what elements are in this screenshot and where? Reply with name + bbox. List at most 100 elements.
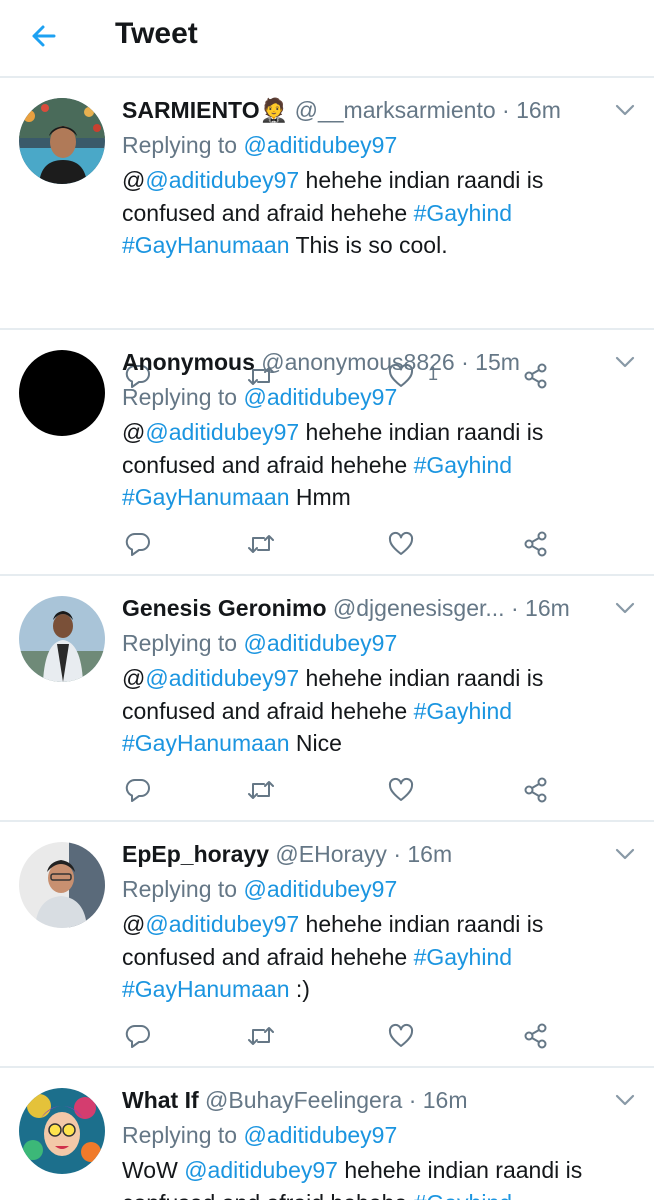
chevron-down-icon bbox=[615, 602, 635, 614]
text-prefix: @ bbox=[122, 167, 146, 193]
hashtag-link[interactable]: #Gayhind bbox=[414, 452, 512, 478]
timestamp: 16m bbox=[525, 595, 570, 621]
share-button[interactable] bbox=[521, 776, 549, 804]
heart-icon bbox=[388, 531, 414, 555]
share-icon bbox=[524, 777, 547, 803]
hashtag-link[interactable]: #GayHanumaan bbox=[122, 484, 290, 510]
back-arrow-icon bbox=[32, 25, 56, 47]
replying-to-mention[interactable]: @aditidubey97 bbox=[243, 384, 397, 410]
tweet-menu-button[interactable] bbox=[614, 846, 636, 862]
reply-icon bbox=[125, 1024, 150, 1048]
hashtag-link[interactable]: #GayHanumaan bbox=[122, 730, 290, 756]
text-suffix: Nice bbox=[289, 730, 342, 756]
mention-link[interactable]: @aditidubey97 bbox=[145, 665, 299, 691]
retweet-button[interactable] bbox=[246, 1022, 276, 1050]
tweet-reply[interactable]: What If @BuhayFeelingera · 16m Replying … bbox=[0, 1068, 654, 1200]
tweet-header: What If @BuhayFeelingera · 16m bbox=[122, 1087, 580, 1114]
text-prefix: @ bbox=[122, 911, 146, 937]
reply-icon bbox=[125, 532, 150, 556]
retweet-icon bbox=[248, 535, 274, 553]
hashtag-link[interactable]: #Gayhind bbox=[414, 1190, 512, 1200]
share-icon bbox=[524, 1023, 547, 1049]
hashtag-link[interactable]: #GayHanumaan bbox=[122, 232, 290, 258]
reply-button[interactable] bbox=[124, 1022, 152, 1050]
tweet-header: SARMIENTO🤵 @__marksarmiento · 16m bbox=[122, 97, 580, 124]
reply-button[interactable] bbox=[124, 776, 152, 804]
tweet-text: @@aditidubey97 hehehe indian raandi is c… bbox=[122, 908, 632, 1006]
tweet-text: @@aditidubey97 hehehe indian raandi is c… bbox=[122, 164, 632, 262]
tweet-reply[interactable]: EpEp_horayy @EHorayy · 16m Replying to @… bbox=[0, 822, 654, 1068]
chevron-down-icon bbox=[615, 848, 635, 860]
text-suffix: :) bbox=[289, 976, 310, 1002]
tweet-reply[interactable]: SARMIENTO🤵 @__marksarmiento · 16m Replyi… bbox=[0, 78, 654, 389]
text-suffix: This is so cool. bbox=[289, 232, 448, 258]
retweet-button[interactable] bbox=[246, 530, 276, 558]
hashtag-link[interactable]: #Gayhind bbox=[414, 944, 512, 970]
top-bar: Tweet bbox=[0, 0, 654, 78]
mention-link[interactable]: @aditidubey97 bbox=[145, 419, 299, 445]
back-button[interactable] bbox=[24, 16, 64, 56]
hashtag-link[interactable]: #Gayhind bbox=[414, 200, 512, 226]
tweet-menu-button[interactable] bbox=[614, 354, 636, 370]
tweet-menu-button[interactable] bbox=[614, 1092, 636, 1108]
replying-to-mention[interactable]: @aditidubey97 bbox=[243, 132, 397, 158]
retweet-icon bbox=[248, 781, 274, 799]
mention-link[interactable]: @aditidubey97 bbox=[145, 911, 299, 937]
display-name[interactable]: EpEp_horayy bbox=[122, 841, 269, 867]
share-button[interactable] bbox=[521, 1022, 549, 1050]
retweet-icon bbox=[248, 1027, 274, 1045]
avatar[interactable] bbox=[19, 596, 105, 682]
replying-to-mention[interactable]: @aditidubey97 bbox=[243, 630, 397, 656]
chevron-down-icon bbox=[615, 1094, 635, 1106]
replying-to: Replying to @aditidubey97 bbox=[122, 1122, 397, 1149]
text-prefix: @ bbox=[122, 665, 146, 691]
like-button[interactable] bbox=[387, 1022, 415, 1050]
tweet-reply[interactable]: Anonymous @anonymous8826 · 15m Replying … bbox=[0, 330, 654, 576]
mention-link[interactable]: @aditidubey97 bbox=[184, 1157, 338, 1183]
text-prefix: @ bbox=[122, 419, 146, 445]
tweet-reply[interactable]: Genesis Geronimo @djgenesisger... · 16m … bbox=[0, 576, 654, 822]
reply-button[interactable] bbox=[124, 530, 152, 558]
reply-icon bbox=[125, 778, 150, 802]
tweet-menu-button[interactable] bbox=[614, 102, 636, 118]
username[interactable]: @djgenesisger... bbox=[333, 595, 505, 621]
mention-link[interactable]: @aditidubey97 bbox=[145, 167, 299, 193]
hashtag-link[interactable]: #Gayhind bbox=[414, 698, 512, 724]
page-title: Tweet bbox=[115, 17, 198, 50]
username[interactable]: @anonymous8826 bbox=[261, 349, 454, 375]
replying-to: Replying to @aditidubey97 bbox=[122, 876, 397, 903]
replying-to-mention[interactable]: @aditidubey97 bbox=[243, 876, 397, 902]
tweet-menu-button[interactable] bbox=[614, 600, 636, 616]
username[interactable]: @BuhayFeelingera bbox=[205, 1087, 402, 1113]
separator-dot: · bbox=[502, 97, 510, 123]
replying-to: Replying to @aditidubey97 bbox=[122, 384, 397, 411]
display-name[interactable]: SARMIENTO bbox=[122, 97, 260, 123]
separator-dot: · bbox=[393, 841, 401, 867]
replying-to-mention[interactable]: @aditidubey97 bbox=[243, 1122, 397, 1148]
avatar[interactable] bbox=[19, 350, 105, 436]
username[interactable]: @EHorayy bbox=[275, 841, 387, 867]
retweet-button[interactable] bbox=[246, 776, 276, 804]
share-button[interactable] bbox=[521, 530, 549, 558]
like-button[interactable] bbox=[387, 776, 415, 804]
chevron-down-icon bbox=[615, 104, 635, 116]
tweet-actions bbox=[122, 530, 552, 560]
avatar[interactable] bbox=[19, 842, 105, 928]
display-name[interactable]: Anonymous bbox=[122, 349, 255, 375]
replying-to: Replying to @aditidubey97 bbox=[122, 132, 397, 159]
text-suffix: Hmm bbox=[289, 484, 351, 510]
like-button[interactable] bbox=[387, 530, 415, 558]
separator-dot: · bbox=[510, 595, 519, 621]
display-name[interactable]: Genesis Geronimo bbox=[122, 595, 327, 621]
separator-dot: · bbox=[461, 349, 469, 375]
tweet-header: Anonymous @anonymous8826 · 15m bbox=[122, 349, 580, 376]
replying-to-label: Replying to bbox=[122, 384, 238, 410]
avatar[interactable] bbox=[19, 98, 105, 184]
replying-to-label: Replying to bbox=[122, 630, 238, 656]
hashtag-link[interactable]: #GayHanumaan bbox=[122, 976, 290, 1002]
tweet-text: @@aditidubey97 hehehe indian raandi is c… bbox=[122, 662, 632, 760]
avatar[interactable] bbox=[19, 1088, 105, 1174]
username[interactable]: @__marksarmiento bbox=[295, 97, 496, 123]
display-name[interactable]: What If bbox=[122, 1087, 199, 1113]
text-prefix: WoW bbox=[122, 1157, 185, 1183]
